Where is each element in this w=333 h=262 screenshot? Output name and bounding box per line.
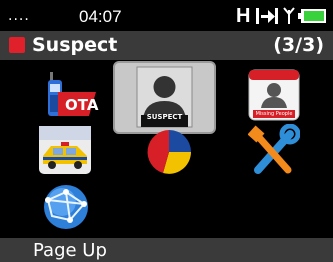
suspect-silhouette-icon bbox=[136, 66, 193, 128]
page-title: Suspect bbox=[32, 34, 118, 56]
page-counter: (3/3) bbox=[273, 34, 324, 56]
pie-chart-icon bbox=[147, 130, 191, 174]
menu-item-tools[interactable] bbox=[247, 123, 301, 178]
menu-item-missing-people[interactable]: Missing People bbox=[245, 66, 303, 124]
status-bar: .... 04:07 H bbox=[0, 0, 333, 30]
battery-icon bbox=[298, 9, 326, 23]
globe-network-icon bbox=[44, 185, 88, 229]
missing-people-caption: Missing People bbox=[255, 111, 293, 117]
signal-dots: .... bbox=[8, 8, 30, 24]
ota-label: OTA bbox=[65, 96, 99, 114]
police-car-icon bbox=[39, 126, 91, 174]
suspect-caption: SUSPECT bbox=[146, 113, 183, 121]
menu-item-pie-chart[interactable] bbox=[145, 124, 195, 178]
tools-icon bbox=[247, 123, 301, 174]
network-mode-indicator: H bbox=[236, 5, 251, 27]
ota-radio-icon: OTA bbox=[48, 72, 99, 116]
menu-item-ota[interactable]: OTA bbox=[44, 70, 100, 126]
header-bar: Suspect (3/3) bbox=[0, 31, 333, 60]
menu-item-globe-network[interactable] bbox=[40, 180, 92, 234]
softkey-bar: Page Up bbox=[0, 238, 333, 262]
clock: 04:07 bbox=[79, 7, 122, 26]
page-up-softkey[interactable]: Page Up bbox=[33, 240, 107, 261]
antenna-icon bbox=[283, 7, 295, 24]
category-color-square bbox=[9, 37, 25, 53]
arrow-to-bar-icon bbox=[256, 8, 278, 24]
menu-item-police-car[interactable] bbox=[37, 124, 93, 176]
